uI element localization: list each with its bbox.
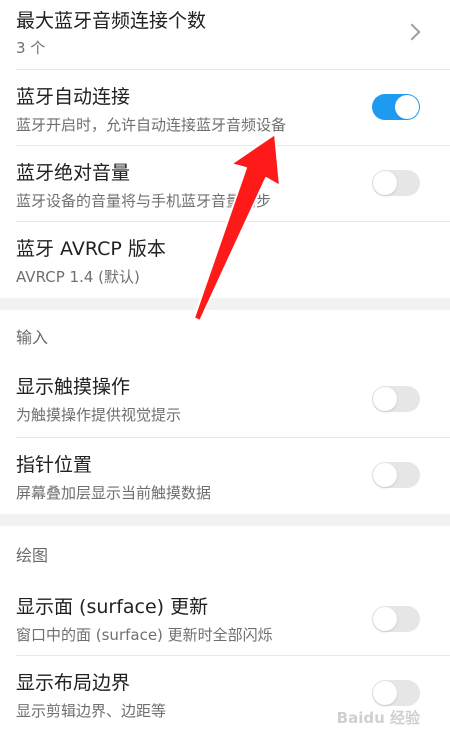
setting-title: 显示面 (surface) 更新 <box>16 596 209 618</box>
setting-title: 显示布局边界 <box>16 672 131 694</box>
setting-subtitle: 为触摸操作提供视觉提示 <box>16 406 182 424</box>
section-gap <box>0 298 450 310</box>
setting-subtitle: 窗口中的面 (surface) 更新时全部闪烁 <box>16 626 273 644</box>
setting-bt-absolute-volume[interactable]: 蓝牙绝对音量 蓝牙设备的音量将与手机蓝牙音量同步 <box>0 146 450 222</box>
setting-subtitle: AVRCP 1.4 (默认) <box>16 268 140 286</box>
setting-title: 指针位置 <box>16 454 93 476</box>
layout-bounds-toggle[interactable] <box>372 680 420 706</box>
setting-surface-updates[interactable]: 显示面 (surface) 更新 窗口中的面 (surface) 更新时全部闪烁 <box>0 580 450 656</box>
setting-pointer-location[interactable]: 指针位置 屏幕叠加层显示当前触摸数据 <box>0 438 450 514</box>
section-header-input: 输入 <box>0 310 450 362</box>
section-title: 输入 <box>16 328 49 347</box>
setting-bt-auto-connect[interactable]: 蓝牙自动连接 蓝牙开启时，允许自动连接蓝牙音频设备 <box>0 70 450 146</box>
setting-title: 显示触摸操作 <box>16 376 131 398</box>
setting-title: 蓝牙 AVRCP 版本 <box>16 238 166 260</box>
setting-title: 蓝牙自动连接 <box>16 86 131 108</box>
setting-title: 最大蓝牙音频连接个数 <box>16 10 207 32</box>
setting-show-taps[interactable]: 显示触摸操作 为触摸操作提供视觉提示 <box>0 362 450 438</box>
setting-subtitle: 蓝牙设备的音量将与手机蓝牙音量同步 <box>16 192 272 210</box>
bt-absolute-volume-toggle[interactable] <box>372 170 420 196</box>
section-title: 绘图 <box>16 546 49 565</box>
setting-title: 蓝牙绝对音量 <box>16 162 131 184</box>
chevron-right-icon <box>403 23 421 41</box>
watermark: Baidu 经验 <box>336 709 420 727</box>
surface-updates-toggle[interactable] <box>372 606 420 632</box>
setting-bt-avrcp-version[interactable]: 蓝牙 AVRCP 版本 AVRCP 1.4 (默认) <box>0 222 450 298</box>
show-taps-toggle[interactable] <box>372 386 420 412</box>
section-header-drawing: 绘图 <box>0 526 450 580</box>
setting-subtitle: 显示剪辑边界、边距等 <box>16 702 167 720</box>
setting-subtitle: 蓝牙开启时，允许自动连接蓝牙音频设备 <box>16 116 287 134</box>
section-gap <box>0 514 450 526</box>
setting-subtitle: 屏幕叠加层显示当前触摸数据 <box>16 484 212 502</box>
setting-subtitle: 3 个 <box>16 39 46 57</box>
pointer-location-toggle[interactable] <box>372 462 420 488</box>
bt-auto-connect-toggle[interactable] <box>372 94 420 120</box>
setting-max-bt-devices[interactable]: 最大蓝牙音频连接个数 3 个 <box>0 0 450 70</box>
